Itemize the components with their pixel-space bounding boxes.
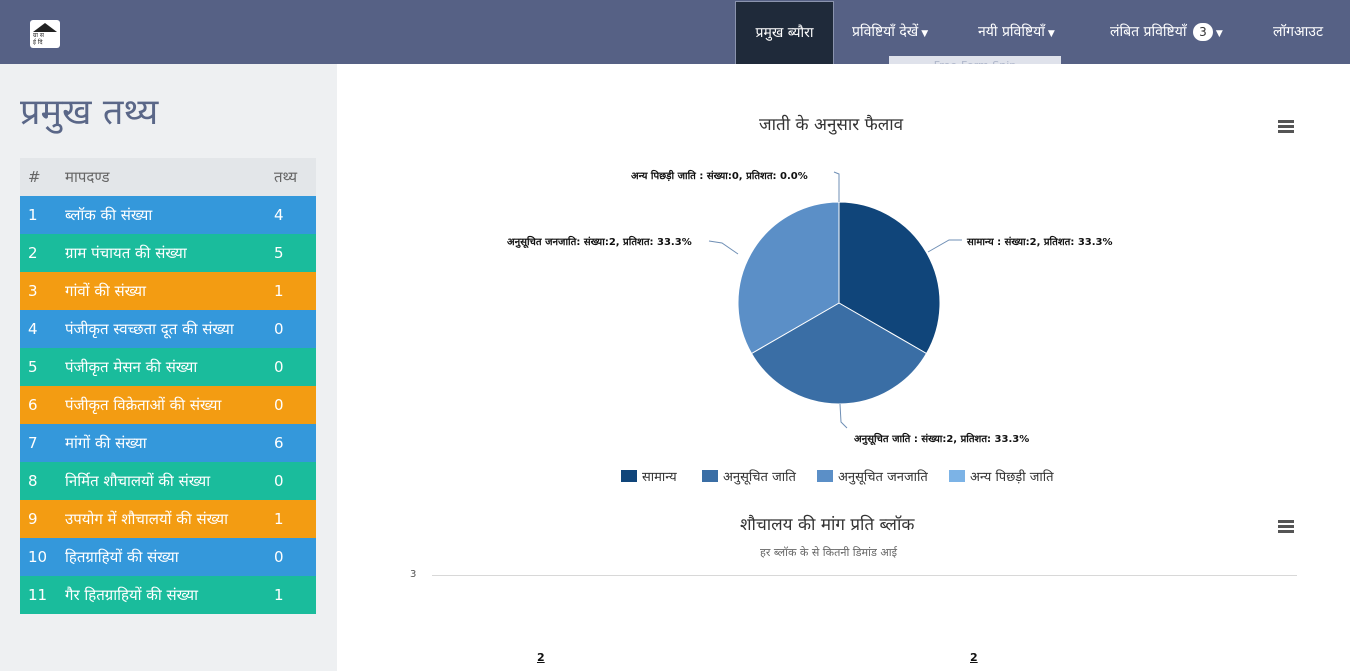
main-content: जाती के अनुसार फैलाव अन्य पिछड़ी जाति : …	[337, 64, 1350, 671]
legend-swatch	[621, 470, 637, 482]
table-row: 4 पंजीकृत स्वच्छता दूत की संख्या 0	[20, 310, 316, 348]
house-roof-icon	[33, 23, 57, 32]
pie-label-sc: अनुसूचित जाति : संख्या:2, प्रतिशत: 33.3%	[854, 434, 1030, 445]
legend-item[interactable]: सामान्य	[621, 467, 677, 485]
row-fact: 1	[274, 586, 284, 604]
pie-connector-line	[833, 171, 840, 202]
table-row: 6 पंजीकृत विक्रेताओं की संख्या 0	[20, 386, 316, 424]
row-criteria: गैर हितग्राहियों की संख्या	[65, 586, 198, 604]
row-criteria: पंजीकृत विक्रेताओं की संख्या	[65, 396, 222, 414]
nav-pending-entries-label: लंबित प्रविष्टियाँ	[1110, 24, 1187, 40]
row-criteria: उपयोग में शौचालयों की संख्या	[65, 510, 228, 528]
row-fact: 0	[274, 472, 284, 490]
pie-label-obc: अन्य पिछड़ी जाति : संख्या:0, प्रतिशत: 0.…	[631, 171, 808, 182]
legend-label: अनुसूचित जाति	[723, 470, 796, 485]
row-criteria: ब्लॉक की संख्या	[65, 206, 153, 224]
header-criteria: मापदण्ड	[65, 168, 110, 186]
row-num: 9	[28, 510, 38, 528]
table-row: 3 गांवों की संख्या 1	[20, 272, 316, 310]
row-num: 4	[28, 320, 38, 338]
bar-chart-menu-icon[interactable]	[1278, 520, 1294, 533]
legend-item[interactable]: अनुसूचित जनजाति	[817, 467, 928, 485]
row-criteria: पंजीकृत स्वच्छता दूत की संख्या	[65, 320, 234, 338]
row-num: 2	[28, 244, 38, 262]
bar-data-label: 2	[537, 651, 545, 664]
y-axis-tick: 3	[410, 569, 417, 580]
gridline	[432, 575, 1297, 576]
row-num: 7	[28, 434, 38, 452]
caret-down-icon: ▼	[921, 29, 929, 39]
row-criteria: गांवों की संख्या	[65, 282, 146, 300]
table-row: 11 गैर हितग्राहियों की संख्या 1	[20, 576, 316, 614]
facts-table: # मापदण्ड तथ्य 1 ब्लॉक की संख्या 4 2 ग्राम प…	[20, 158, 316, 614]
row-num: 10	[28, 548, 48, 566]
pie-connector-line	[927, 239, 962, 253]
table-row: 10 हितग्राहियों की संख्या 0	[20, 538, 316, 576]
legend-swatch	[949, 470, 965, 482]
pie-chart	[708, 171, 962, 429]
row-fact: 1	[274, 282, 284, 300]
legend-label: अन्य पिछड़ी जाति	[970, 470, 1054, 485]
row-criteria: मांगों की संख्या	[65, 434, 147, 452]
legend-label: सामान्य	[642, 470, 677, 485]
row-num: 11	[28, 586, 48, 604]
caret-down-icon: ▼	[1047, 29, 1055, 39]
row-fact: 4	[274, 206, 284, 224]
row-fact: 5	[274, 244, 284, 262]
nav-view-entries-label: प्रविष्टियाँ देखें	[852, 24, 919, 40]
nav-new-entries[interactable]: नयी प्रविष्टियाँ ▼	[978, 0, 1055, 64]
top-navbar: ग्रा स ई दि प्रमुख ब्यौरा प्रविष्टियाँ द…	[0, 0, 1350, 65]
nav-logout-label: लॉगआउट	[1273, 24, 1324, 40]
bar-chart-subtitle: हर ब्लॉक के से कितनी डिमांड आई	[760, 546, 897, 559]
row-num: 8	[28, 472, 38, 490]
logo-text-bottom: ई दि	[33, 39, 43, 46]
legend-item[interactable]: अन्य पिछड़ी जाति	[949, 467, 1054, 485]
table-row: 2 ग्राम पंचायत की संख्या 5	[20, 234, 316, 272]
row-fact: 0	[274, 358, 284, 376]
nav-new-entries-label: नयी प्रविष्टियाँ	[978, 24, 1045, 40]
row-num: 1	[28, 206, 38, 224]
table-row: 9 उपयोग में शौचालयों की संख्या 1	[20, 500, 316, 538]
row-criteria: हितग्राहियों की संख्या	[65, 548, 179, 566]
legend-swatch	[702, 470, 718, 482]
table-row: 8 निर्मित शौचालयों की संख्या 0	[20, 462, 316, 500]
bar-data-label: 2	[970, 651, 978, 664]
nav-logout[interactable]: लॉगआउट	[1273, 0, 1323, 64]
row-fact: 0	[274, 320, 284, 338]
header-fact: तथ्य	[274, 168, 298, 186]
row-fact: 6	[274, 434, 284, 452]
nav-dashboard[interactable]: प्रमुख ब्यौरा	[735, 1, 834, 64]
row-fact: 1	[274, 510, 284, 528]
table-row: 5 पंजीकृत मेसन की संख्या 0	[20, 348, 316, 386]
row-fact: 0	[274, 548, 284, 566]
legend-swatch	[817, 470, 833, 482]
legend-label: अनुसूचित जनजाति	[838, 470, 928, 485]
table-row: 1 ब्लॉक की संख्या 4	[20, 196, 316, 234]
caret-down-icon: ▼	[1215, 29, 1223, 39]
nav-dashboard-label: प्रमुख ब्यौरा	[755, 25, 814, 41]
row-num: 3	[28, 282, 38, 300]
pie-label-st: अनुसूचित जनजाति: संख्या:2, प्रतिशत: 33.3…	[507, 237, 692, 248]
header-num: #	[28, 168, 41, 186]
app-logo[interactable]: ग्रा स ई दि	[30, 20, 60, 48]
bar-chart-title: शौचालय की मांग प्रति ब्लॉक	[740, 515, 915, 535]
facts-title: प्रमुख तथ्य	[20, 92, 159, 133]
facts-panel: प्रमुख तथ्य # मापदण्ड तथ्य 1 ब्लॉक की संख…	[0, 64, 337, 671]
table-row: 7 मांगों की संख्या 6	[20, 424, 316, 462]
pie-connector-line	[708, 240, 739, 255]
pie-connector-line	[839, 403, 848, 429]
row-fact: 0	[274, 396, 284, 414]
row-criteria: निर्मित शौचालयों की संख्या	[65, 472, 211, 490]
row-num: 5	[28, 358, 38, 376]
nav-pending-entries[interactable]: लंबित प्रविष्टियाँ 3 ▼	[1110, 0, 1223, 64]
pending-count-badge: 3	[1192, 23, 1213, 41]
row-criteria: ग्राम पंचायत की संख्या	[65, 244, 187, 262]
facts-table-header: # मापदण्ड तथ्य	[20, 158, 316, 196]
row-num: 6	[28, 396, 38, 414]
legend-item[interactable]: अनुसूचित जाति	[702, 467, 796, 485]
row-criteria: पंजीकृत मेसन की संख्या	[65, 358, 198, 376]
pie-label-general: सामान्य : संख्या:2, प्रतिशत: 33.3%	[967, 237, 1113, 248]
nav-view-entries[interactable]: प्रविष्टियाँ देखें ▼	[852, 0, 928, 64]
